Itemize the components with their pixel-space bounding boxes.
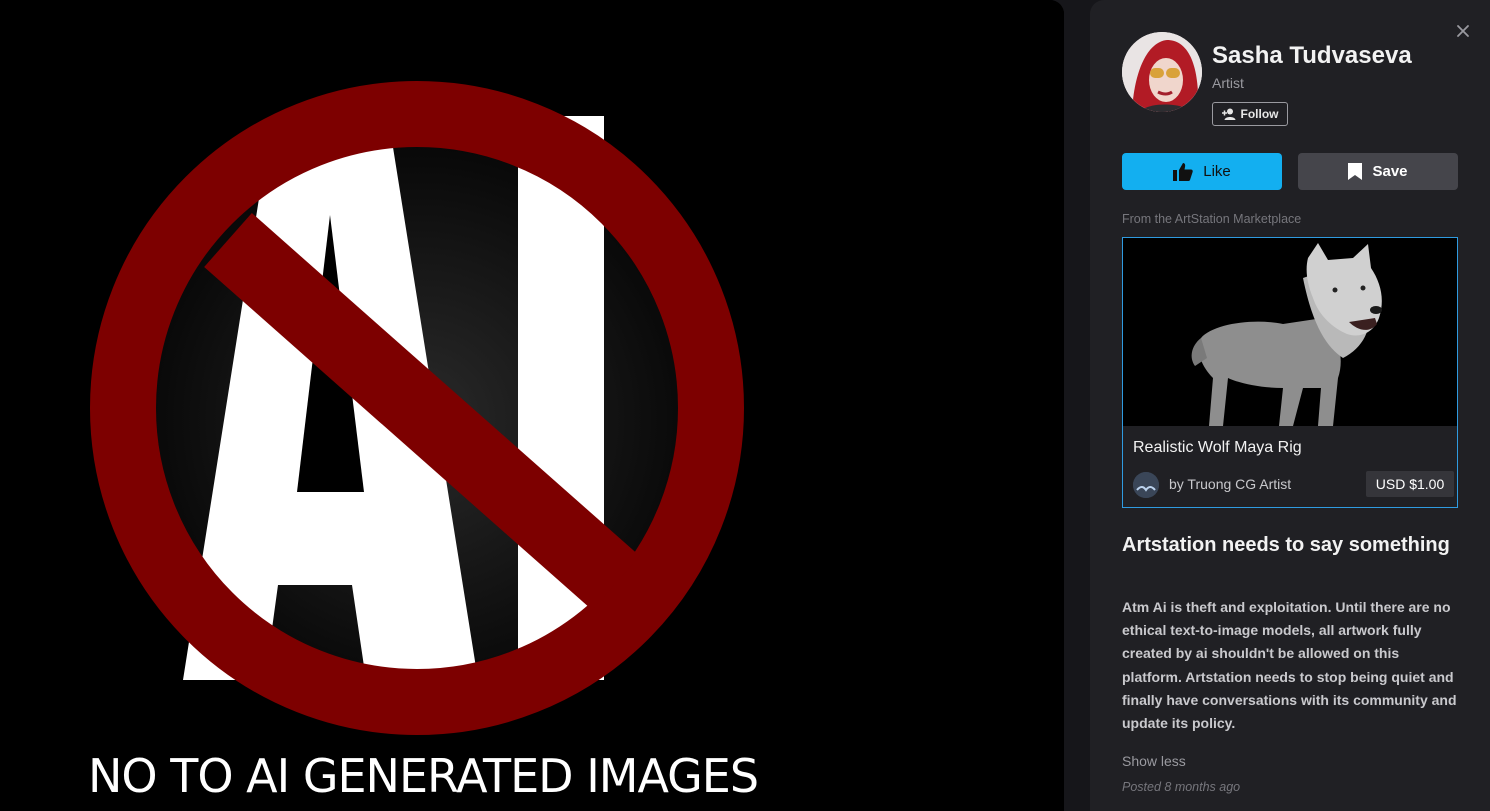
follow-label: Follow (1240, 107, 1279, 121)
no-ai-graphic (0, 0, 1064, 811)
show-less-link[interactable]: Show less (1122, 753, 1186, 769)
close-button[interactable] (1452, 20, 1474, 42)
like-label: Like (1203, 163, 1231, 180)
artwork-caption: NO TO AI GENERATED IMAGES (88, 749, 759, 803)
add-user-icon (1221, 108, 1235, 120)
like-button[interactable]: Like (1122, 153, 1282, 190)
artist-avatar[interactable] (1122, 32, 1202, 112)
artist-avatar-image (1122, 32, 1202, 112)
price-badge: USD $1.00 (1366, 471, 1454, 497)
product-thumbnail (1123, 238, 1457, 426)
follow-button[interactable]: Follow (1212, 102, 1288, 126)
artwork-image: NO TO AI GENERATED IMAGES (0, 0, 1064, 811)
bookmark-icon (1348, 163, 1363, 180)
close-icon (1457, 25, 1469, 37)
thumbs-up-icon (1173, 162, 1193, 181)
marketplace-label: From the ArtStation Marketplace (1122, 212, 1302, 226)
seller-name[interactable]: by Truong CG Artist (1169, 476, 1291, 492)
seller-avatar-image (1133, 472, 1159, 498)
artist-name[interactable]: Sasha Tudvaseva (1212, 42, 1412, 70)
posted-timestamp: Posted 8 months ago (1122, 780, 1241, 794)
description-title: Artstation needs to say something (1122, 534, 1450, 556)
description-body: Atm Ai is theft and exploitation. Until … (1122, 599, 1457, 732)
wolf-image (1123, 238, 1457, 426)
save-button[interactable]: Save (1298, 153, 1458, 190)
marketplace-product-card[interactable]: Realistic Wolf Maya Rig by Truong CG Art… (1122, 237, 1458, 508)
project-sidebar: Sasha Tudvaseva Artist Follow Like Save … (1090, 0, 1490, 811)
product-title: Realistic Wolf Maya Rig (1133, 439, 1302, 456)
artist-role: Artist (1212, 75, 1244, 91)
save-label: Save (1372, 163, 1408, 180)
seller-avatar (1133, 472, 1159, 498)
